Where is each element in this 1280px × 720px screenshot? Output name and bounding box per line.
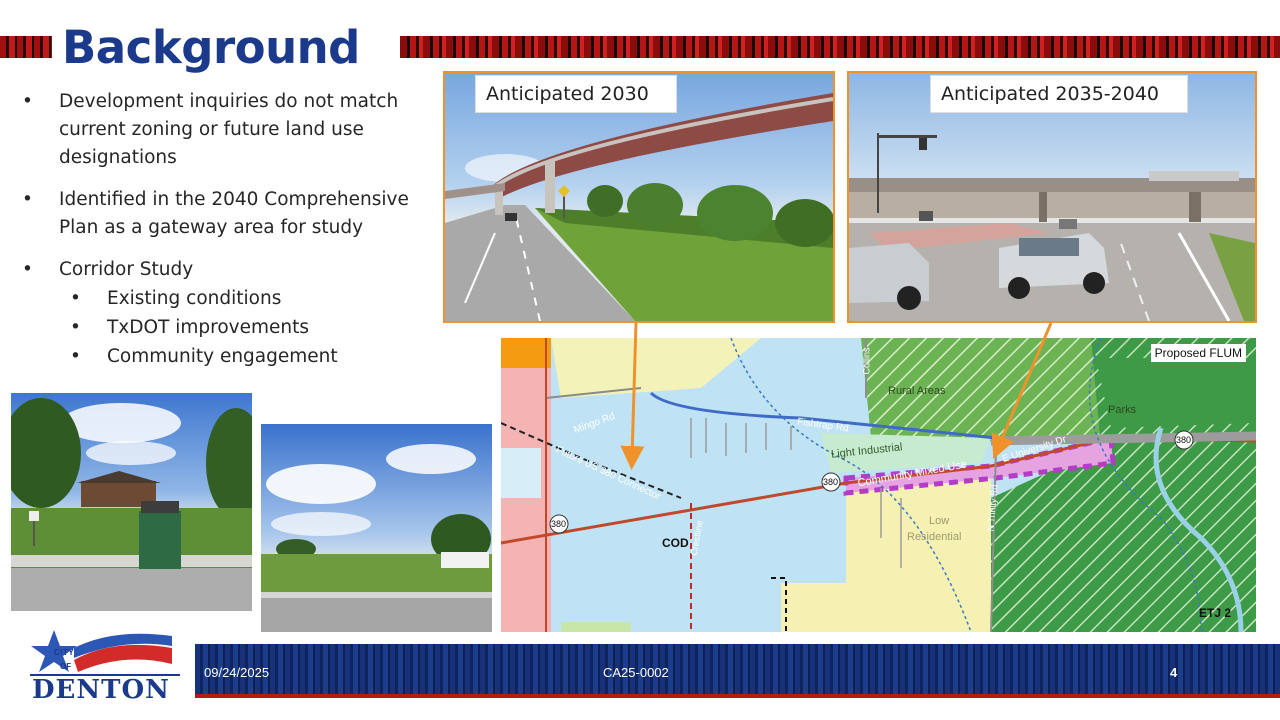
page-number: 4 bbox=[1170, 665, 1178, 680]
logo-of-text: OF bbox=[60, 662, 72, 671]
footer-accent-line bbox=[195, 694, 1280, 698]
arrow-2030-to-map bbox=[620, 322, 645, 470]
arrow-overlay bbox=[620, 322, 1053, 470]
logo-city-text: CITY bbox=[54, 648, 75, 657]
footer-date: 09/24/2025 bbox=[204, 665, 270, 680]
slide: Background Development inquiries do not … bbox=[0, 0, 1280, 720]
logo-denton-text: DENTON bbox=[32, 675, 170, 705]
footer-bar bbox=[195, 644, 1280, 694]
arrow-2035-to-map bbox=[991, 322, 1053, 460]
footer-case-number: CA25-0002 bbox=[603, 665, 669, 680]
